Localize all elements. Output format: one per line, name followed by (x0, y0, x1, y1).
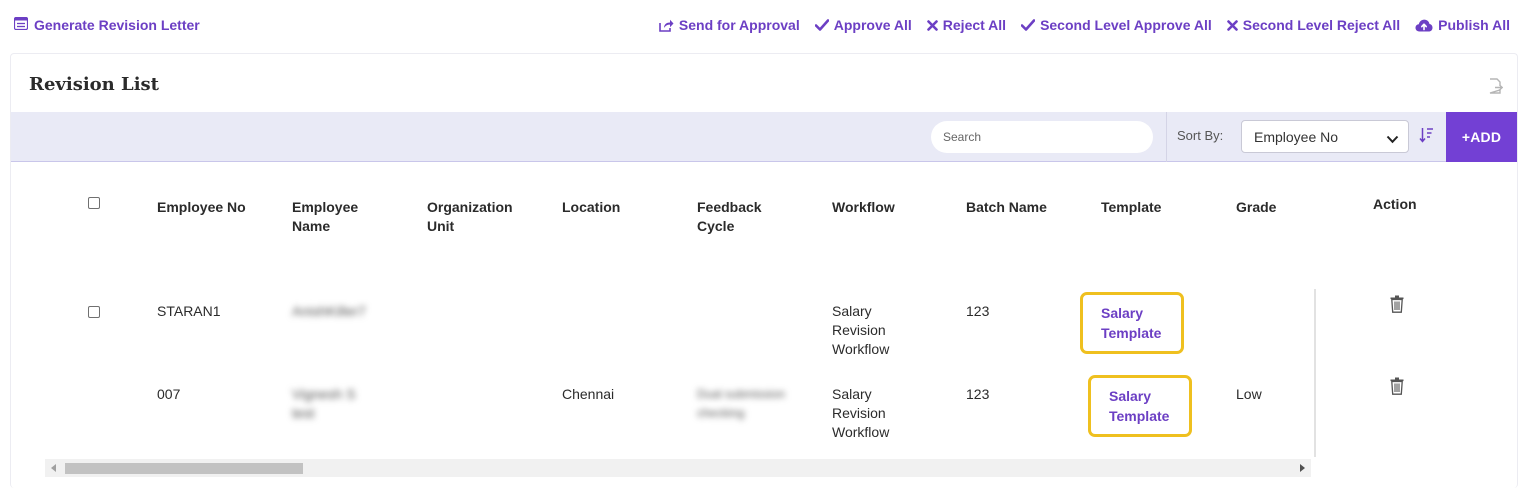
x-icon (1226, 19, 1238, 31)
list-toolbar: Sort By: Employee No +ADD (11, 112, 1517, 162)
publish-all-label: Publish All (1438, 17, 1510, 33)
approve-all-button[interactable]: Approve All (814, 17, 912, 33)
column-header-organization-unit[interactable]: Organization Unit (427, 198, 537, 236)
second-level-reject-all-button[interactable]: Second Level Reject All (1226, 17, 1401, 33)
generate-revision-letter-label: Generate Revision Letter (34, 17, 200, 33)
column-header-employee-name[interactable]: Employee Name (292, 198, 382, 236)
column-header-action: Action (1373, 196, 1417, 212)
cell-workflow: Salary Revision Workflow (832, 303, 890, 357)
share-icon (659, 19, 674, 32)
column-header-workflow[interactable]: Workflow (832, 198, 895, 217)
cell-location: Chennai (562, 386, 615, 402)
cell-batch-name: 123 (966, 303, 990, 319)
cell-batch-name: 123 (966, 386, 990, 402)
cloud-upload-icon (1415, 19, 1433, 32)
column-header-grade[interactable]: Grade (1236, 198, 1276, 217)
horizontal-scrollbar[interactable] (45, 459, 1311, 477)
check-icon (814, 19, 829, 31)
template-link[interactable]: Salary Template (1080, 292, 1184, 354)
chevron-down-icon (1386, 131, 1399, 147)
cell-grade: Low (1236, 386, 1262, 402)
cell-employee-no: STARAN1 (157, 303, 221, 319)
export-icon[interactable] (1489, 78, 1504, 99)
bulk-actions: Send for Approval Approve All Reject All… (659, 17, 1510, 33)
cell-feedback-cycle: Dual submission checking (697, 387, 786, 420)
page-title: Revision List (29, 74, 159, 95)
send-for-approval-button[interactable]: Send for Approval (659, 17, 800, 33)
cell-employee-no: 007 (157, 386, 181, 402)
second-level-approve-all-label: Second Level Approve All (1040, 17, 1212, 33)
check-icon (1021, 19, 1036, 31)
template-link[interactable]: Salary Template (1088, 375, 1192, 437)
sort-by-select[interactable]: Employee No (1241, 120, 1409, 153)
column-header-feedback-cycle[interactable]: Feedback Cycle (697, 198, 787, 236)
second-level-reject-all-label: Second Level Reject All (1242, 17, 1401, 33)
reject-all-label: Reject All (942, 17, 1007, 33)
approve-all-label: Approve All (833, 17, 912, 33)
column-header-batch-name[interactable]: Batch Name (966, 198, 1047, 217)
list-icon (13, 16, 29, 33)
publish-all-button[interactable]: Publish All (1415, 17, 1510, 33)
scrollbar-thumb[interactable] (65, 463, 303, 474)
row-checkbox[interactable] (88, 306, 100, 318)
select-all-checkbox[interactable] (88, 197, 100, 209)
revision-list-card: Revision List Sort By: Employee No +ADD … (10, 53, 1518, 488)
divider (1166, 112, 1167, 162)
column-header-template[interactable]: Template (1101, 198, 1161, 217)
top-toolbar: Generate Revision Letter Send for Approv… (0, 0, 1528, 50)
cell-workflow: Salary Revision Workflow (832, 386, 890, 440)
reject-all-button[interactable]: Reject All (926, 17, 1007, 33)
scroll-left-icon[interactable] (51, 464, 56, 472)
cell-employee-name: AnishKiller7 (292, 303, 366, 319)
sort-descending-icon[interactable] (1419, 127, 1434, 148)
column-header-location[interactable]: Location (562, 198, 620, 217)
vertical-scrollbar[interactable] (1314, 289, 1316, 457)
x-icon (926, 19, 938, 31)
sort-by-value: Employee No (1254, 128, 1339, 145)
search-input[interactable] (931, 121, 1153, 153)
cell-employee-name: Vignesh S test (292, 386, 356, 421)
column-header-employee-no[interactable]: Employee No (157, 198, 246, 217)
add-button[interactable]: +ADD (1446, 112, 1517, 162)
generate-revision-letter-button[interactable]: Generate Revision Letter (13, 16, 200, 33)
second-level-approve-all-button[interactable]: Second Level Approve All (1021, 17, 1212, 33)
trash-icon[interactable] (1390, 295, 1404, 318)
trash-icon[interactable] (1390, 377, 1404, 400)
scroll-right-icon[interactable] (1300, 464, 1305, 472)
sort-by-label: Sort By: (1177, 128, 1224, 143)
send-for-approval-label: Send for Approval (678, 17, 800, 33)
